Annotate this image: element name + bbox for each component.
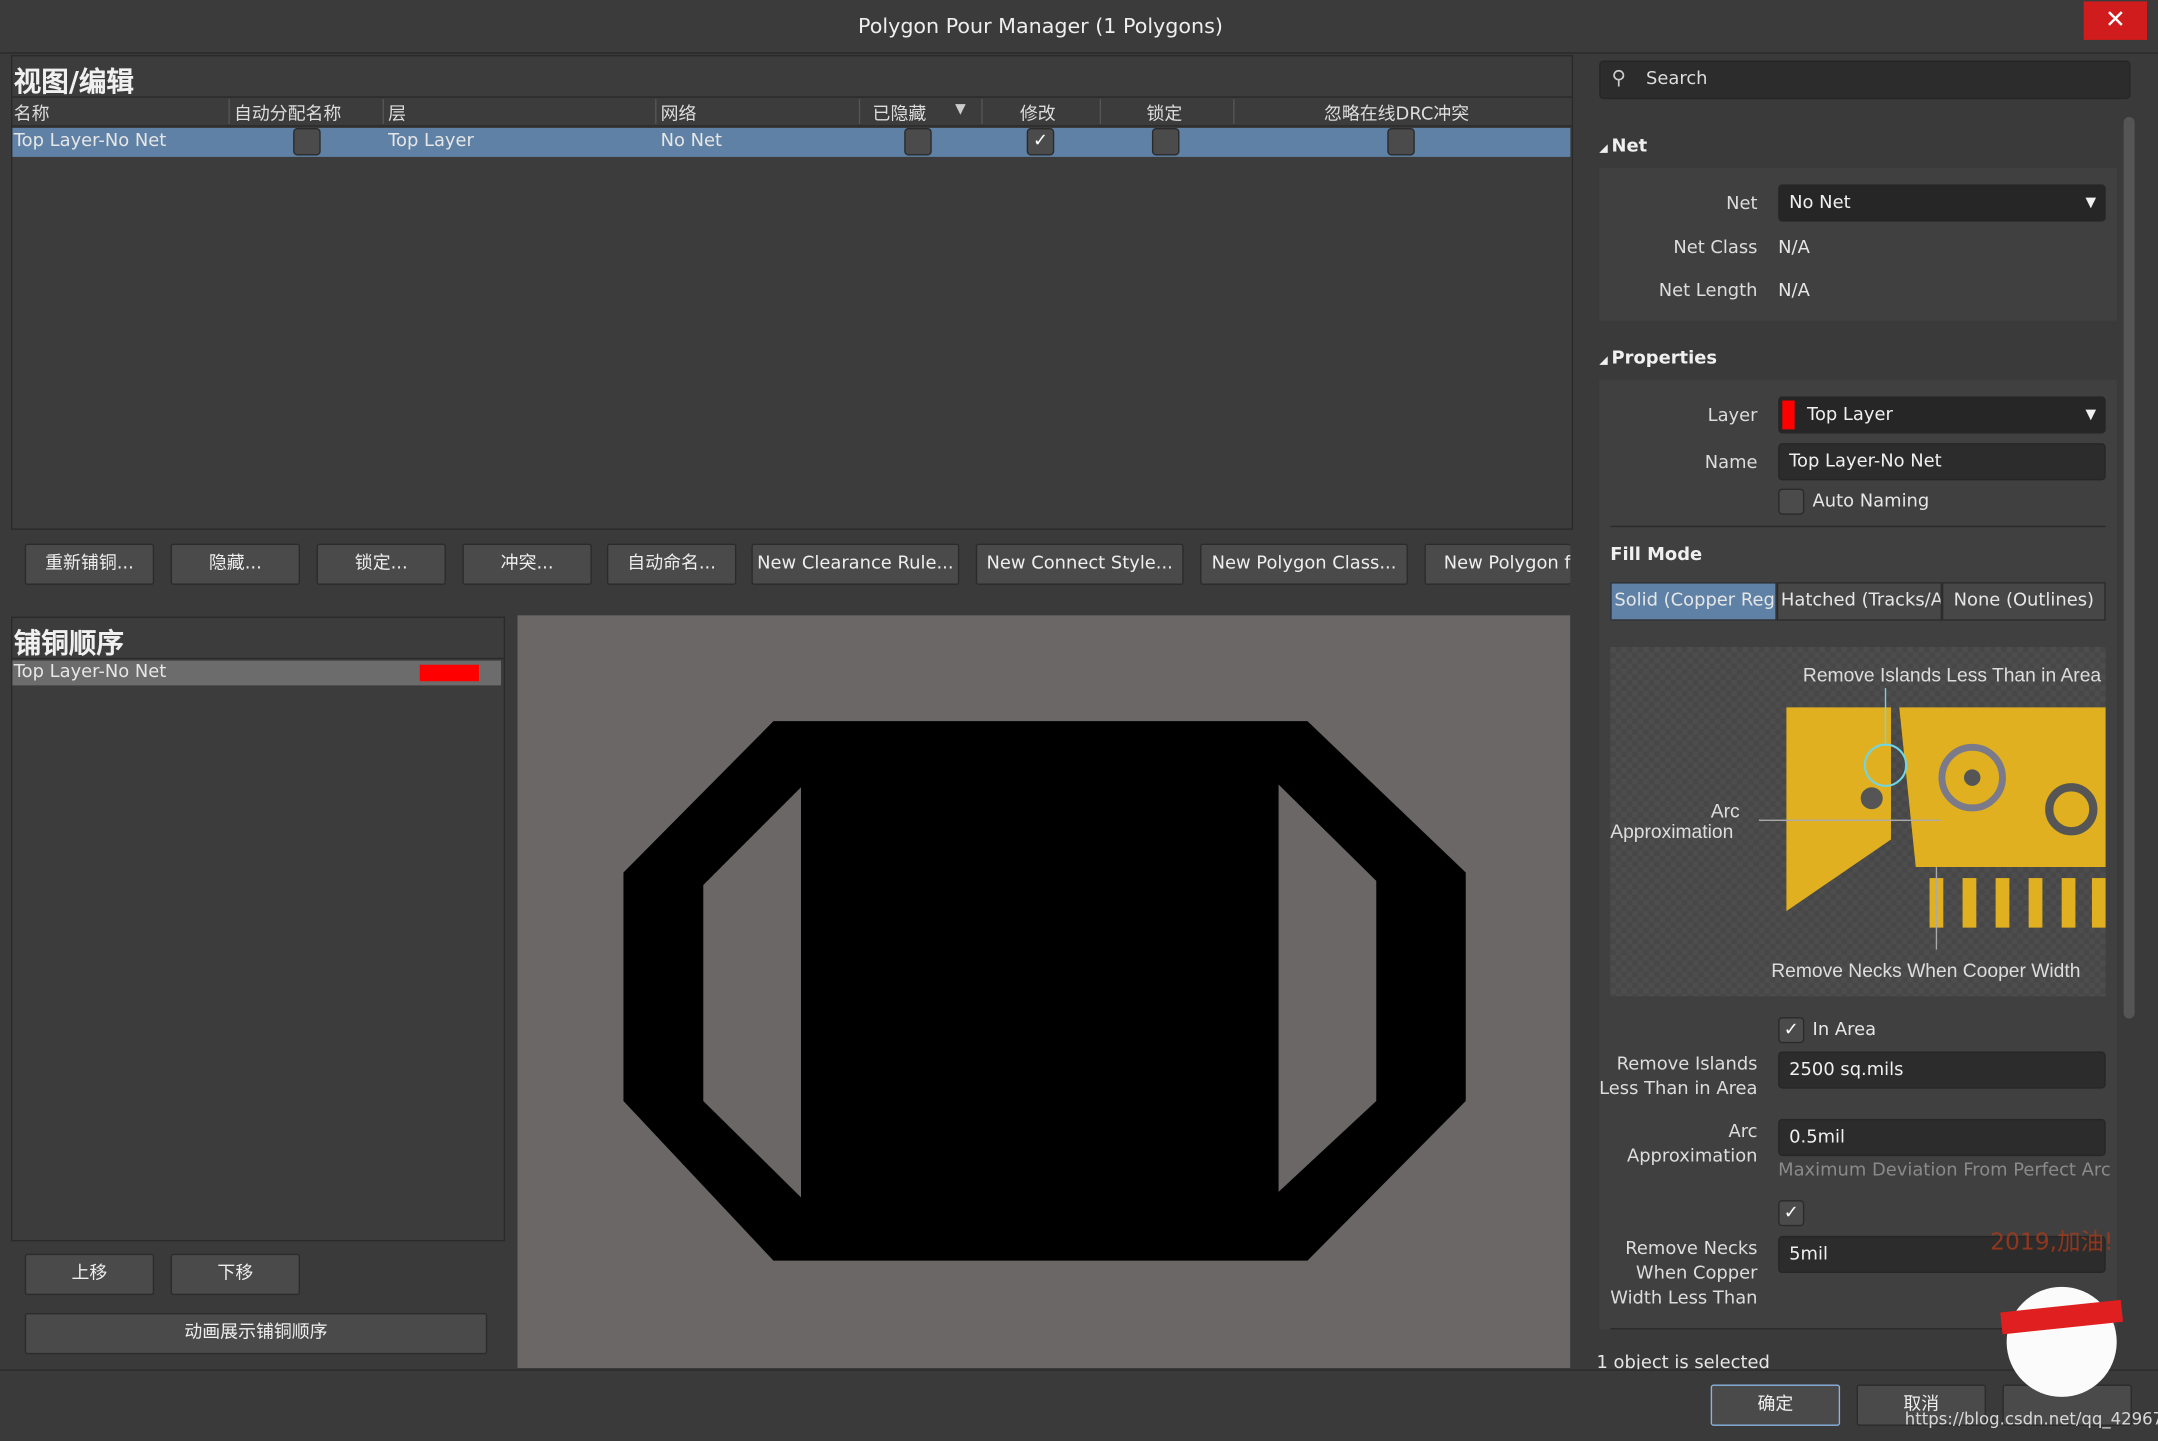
properties-section-toggle[interactable]: ◢ Properties xyxy=(1599,348,1717,369)
fill-mode-none[interactable]: None (Outlines) xyxy=(1941,582,2106,621)
auto-naming-checkbox[interactable] xyxy=(1778,488,1805,515)
auto-name-button[interactable]: 自动命名... xyxy=(606,543,737,585)
conflict-button[interactable]: 冲突... xyxy=(462,543,592,585)
animate-pour-order-button[interactable]: 动画展示铺铜顺序 xyxy=(24,1312,488,1355)
table-row[interactable]: Top Layer-No Net Top Layer No Net ✓ xyxy=(12,127,1571,157)
chevron-down-icon: ▼ xyxy=(2085,195,2097,211)
pour-order-panel xyxy=(11,616,506,1242)
layer-color-swatch xyxy=(1782,400,1795,430)
sticker-caption: 2019,加油! xyxy=(1990,1229,2114,1257)
arc-caption-2: Approximation xyxy=(1610,822,1733,843)
islands-caption: Remove Islands Less Than in Area xyxy=(1803,665,2101,686)
hide-button[interactable]: 隐藏... xyxy=(170,543,301,585)
col-locked[interactable]: 锁定 xyxy=(1146,99,1182,126)
row-name: Top Layer-No Net xyxy=(13,130,167,152)
pour-order-item-name: Top Layer-No Net xyxy=(13,661,167,683)
fill-mode-solid[interactable]: Solid (Copper Regions) xyxy=(1610,582,1777,621)
necks-label-3: Width Less Than xyxy=(1610,1288,1758,1309)
ok-button[interactable]: 确定 xyxy=(1710,1384,1841,1426)
new-connect-style-button[interactable]: New Connect Style... xyxy=(975,543,1184,585)
view-edit-title: 视图/编辑 xyxy=(13,64,134,98)
locked-checkbox[interactable] xyxy=(1151,127,1180,156)
layer-color-swatch xyxy=(419,664,479,682)
search-icon: ⚲ xyxy=(1611,67,1626,90)
new-polygon-class-button[interactable]: New Polygon Class... xyxy=(1200,543,1408,585)
auto-naming-label: Auto Naming xyxy=(1812,491,1930,512)
islands-label: Remove Islands xyxy=(1616,1054,1758,1075)
net-class-value: N/A xyxy=(1778,238,1810,259)
new-polygon-from-button[interactable]: New Polygon from... xyxy=(1424,543,1571,585)
hidden-checkbox[interactable] xyxy=(904,127,932,156)
arc-approximation-input[interactable]: 0.5mil xyxy=(1778,1118,2106,1157)
filter-dropdown-icon[interactable]: ▼ xyxy=(955,102,966,117)
view-edit-panel xyxy=(11,55,1574,530)
move-down-button[interactable]: 下移 xyxy=(170,1253,301,1296)
arc-label: Arc xyxy=(1728,1121,1758,1143)
layer-label: Layer xyxy=(1707,406,1758,427)
remove-necks-checkbox[interactable]: ✓ xyxy=(1778,1200,1805,1227)
necks-caption: Remove Necks When Cooper Width xyxy=(1771,961,2080,982)
fill-mode-hatched[interactable]: Hatched (Tracks/Arcs) xyxy=(1776,582,1942,621)
row-net: No Net xyxy=(660,130,723,152)
close-button[interactable]: ✕ xyxy=(2083,1,2147,40)
islands-area-input[interactable]: 2500 sq.mils xyxy=(1778,1051,2106,1089)
sticker-mascot-icon xyxy=(2000,1286,2124,1397)
necks-label: Remove Necks xyxy=(1625,1238,1758,1260)
polygon-pour-manager-dialog: Polygon Pour Manager (1 Polygons) ✕ 视图/编… xyxy=(0,0,2158,1441)
in-area-checkbox[interactable]: ✓ xyxy=(1778,1017,1805,1044)
arc-caption-1: Arc xyxy=(1711,802,1740,823)
net-length-value: N/A xyxy=(1778,280,1810,302)
net-class-label: Net Class xyxy=(1673,238,1758,259)
in-area-label: In Area xyxy=(1812,1019,1877,1041)
search-placeholder: Search xyxy=(1646,68,1708,90)
row-layer: Top Layer xyxy=(388,130,474,152)
net-dropdown[interactable]: No Net ▼ xyxy=(1778,184,2106,222)
lock-button[interactable]: 锁定... xyxy=(316,543,446,585)
col-net[interactable]: 网络 xyxy=(661,99,697,126)
net-section-toggle[interactable]: ◢ Net xyxy=(1599,136,1647,157)
layer-dropdown[interactable]: Top Layer ▼ xyxy=(1778,396,2106,434)
net-length-label: Net Length xyxy=(1658,280,1758,302)
col-name[interactable]: 名称 xyxy=(14,99,50,126)
col-modified[interactable]: 修改 xyxy=(1020,99,1056,126)
pour-order-title: 铺铜顺序 xyxy=(13,626,124,660)
watermark-url: https://blog.csdn.net/qq_42967008 xyxy=(1904,1409,2158,1429)
list-item[interactable]: Top Layer-No Net xyxy=(12,660,501,686)
necks-label-2: When Copper xyxy=(1635,1263,1758,1285)
net-label: Net xyxy=(1726,194,1758,215)
title-bar: Polygon Pour Manager (1 Polygons) ✕ xyxy=(0,0,2158,54)
col-ignore-drc[interactable]: 忽略在线DRC冲突 xyxy=(1324,99,1469,126)
selection-status: 1 object is selected xyxy=(1596,1352,1770,1370)
move-up-button[interactable]: 上移 xyxy=(24,1253,155,1296)
new-clearance-rule-button[interactable]: New Clearance Rule... xyxy=(751,543,960,585)
fill-mode-title: Fill Mode xyxy=(1610,545,1703,566)
name-input[interactable]: Top Layer-No Net xyxy=(1778,443,2106,481)
chevron-down-icon: ▼ xyxy=(2085,407,2097,423)
arc-hint: Maximum Deviation From Perfect Arc xyxy=(1778,1160,2111,1181)
polygon-preview xyxy=(517,615,1571,1369)
col-auto-name[interactable]: 自动分配名称 xyxy=(234,99,341,126)
arc-label-2: Approximation xyxy=(1626,1146,1758,1168)
ignore-drc-checkbox[interactable] xyxy=(1387,127,1415,156)
fill-mode-illustration: Remove Islands Less Than in Area Arc App… xyxy=(1610,646,2106,997)
search-input[interactable]: ⚲ Search xyxy=(1599,60,2131,100)
window-title: Polygon Pour Manager (1 Polygons) xyxy=(858,13,1223,39)
col-layer[interactable]: 层 xyxy=(388,99,406,126)
name-label: Name xyxy=(1704,452,1758,474)
col-hidden[interactable]: 已隐藏 xyxy=(873,99,927,126)
repour-button[interactable]: 重新铺铜... xyxy=(24,543,155,585)
modified-checkbox[interactable]: ✓ xyxy=(1026,127,1055,156)
inspector-scrollbar[interactable] xyxy=(2123,116,2135,1019)
auto-name-checkbox[interactable] xyxy=(293,127,321,156)
islands-label-2: Less Than in Area xyxy=(1599,1079,1758,1100)
